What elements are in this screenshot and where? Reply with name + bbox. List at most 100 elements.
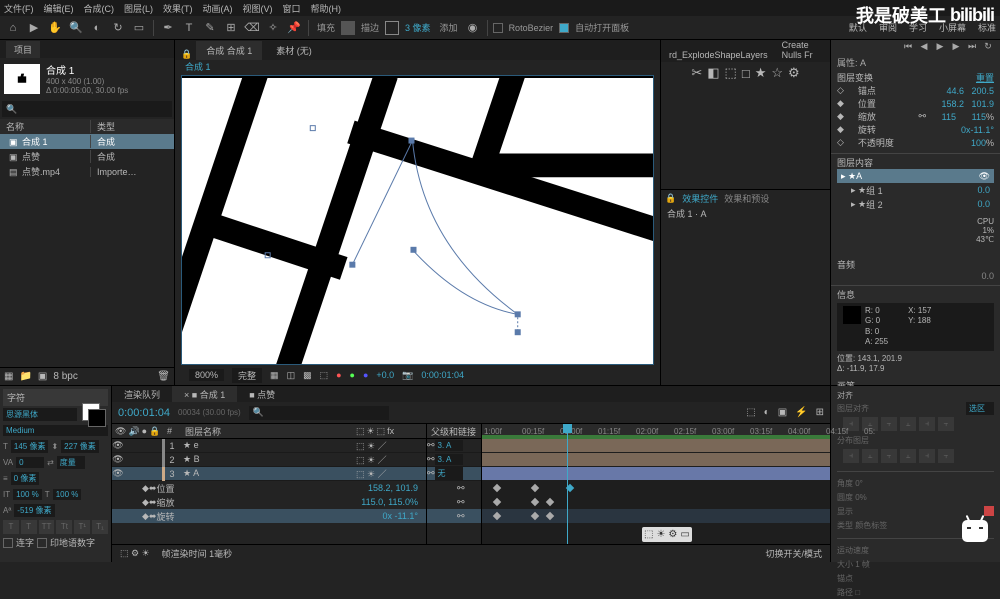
- align-right[interactable]: ⫟: [881, 417, 897, 431]
- project-col-type[interactable]: 类型: [90, 120, 174, 133]
- mask-icon[interactable]: ◫: [287, 370, 296, 381]
- stopwatch-icon[interactable]: ◆: [837, 98, 844, 109]
- dist-btn[interactable]: ⫟: [881, 449, 897, 463]
- viewer-tab-comp[interactable]: 合成 合成 1: [196, 41, 262, 60]
- stopwatch-icon[interactable]: ◇: [837, 137, 844, 148]
- presets-tab[interactable]: 效果和预设: [724, 192, 769, 205]
- text-tool-icon[interactable]: T: [180, 19, 198, 37]
- script-btn[interactable]: ◧: [707, 65, 719, 81]
- eraser-tool-icon[interactable]: ⌫: [243, 19, 261, 37]
- pickwhip-icon[interactable]: ⚯: [457, 511, 465, 522]
- col-parent[interactable]: 父级和链接: [427, 425, 476, 438]
- pickwhip-icon[interactable]: ⚯: [457, 497, 465, 508]
- font-size[interactable]: 145 像素: [11, 440, 49, 453]
- prev-frame-icon[interactable]: ◀: [918, 40, 930, 52]
- hindi-check[interactable]: [37, 538, 47, 548]
- viewer-lock-icon[interactable]: 🔒: [181, 49, 192, 60]
- keyframe[interactable]: [493, 512, 501, 520]
- tl-icon[interactable]: ◐: [764, 407, 770, 418]
- dist-btn[interactable]: ⫠: [862, 449, 878, 463]
- scale-y[interactable]: 115: [956, 112, 986, 122]
- scale-v[interactable]: 100 %: [53, 489, 82, 500]
- stopwatch-icon[interactable]: ◆: [142, 497, 149, 508]
- grid-icon[interactable]: ▦: [270, 370, 279, 381]
- eye-toggle[interactable]: 👁: [112, 454, 124, 465]
- timeline-track-area[interactable]: 1:00f 00:15f 01:00f 01:15f 02:00f 02:15f…: [482, 424, 830, 544]
- dist-btn[interactable]: ⫞: [843, 449, 859, 463]
- content-item[interactable]: ▸ ★ 组 10.0: [837, 183, 994, 197]
- eye-toggle[interactable]: 👁: [112, 440, 124, 451]
- tl-icon[interactable]: ▣: [778, 407, 787, 418]
- viewer-time[interactable]: 0:00:01:04: [421, 370, 464, 380]
- stopwatch-icon[interactable]: ◆: [837, 124, 844, 135]
- menu-anim[interactable]: 动画(A): [203, 2, 233, 15]
- script-btn[interactable]: ⚙: [788, 65, 800, 81]
- align-center-v[interactable]: ⫞: [919, 417, 935, 431]
- stopwatch-icon[interactable]: ◆: [142, 483, 149, 494]
- keyframe[interactable]: [493, 484, 501, 492]
- dist-btn[interactable]: ⫞: [919, 449, 935, 463]
- home-icon[interactable]: ⌂: [4, 19, 22, 37]
- eye-col-icon[interactable]: 👁: [115, 426, 126, 437]
- channel-icon[interactable]: ●: [336, 370, 341, 380]
- effects-tab[interactable]: 效果控件: [682, 192, 718, 205]
- stopwatch-icon[interactable]: ◇: [837, 85, 844, 96]
- timeline-layer[interactable]: 👁 3 ★ A ⬚ ☀ ／: [112, 467, 426, 481]
- stopwatch-icon[interactable]: ◆: [142, 511, 149, 522]
- parent-dropdown[interactable]: 3. A: [435, 454, 463, 465]
- brush-tool-icon[interactable]: ✎: [201, 19, 219, 37]
- comp-icon[interactable]: ▣: [38, 371, 47, 382]
- menu-edit[interactable]: 编辑(E): [44, 2, 74, 15]
- fill-swatch[interactable]: [341, 21, 355, 35]
- project-tab[interactable]: 项目: [6, 41, 40, 58]
- col-source-name[interactable]: 图层名称: [185, 425, 356, 438]
- script-btn[interactable]: □: [742, 66, 750, 81]
- trash-icon[interactable]: 🗑: [157, 371, 170, 382]
- brush-size[interactable]: 大小 1 帧: [837, 557, 994, 571]
- timeline-search[interactable]: 🔍: [249, 406, 389, 420]
- align-top[interactable]: ⫠: [900, 417, 916, 431]
- caps-btn[interactable]: TT: [39, 520, 55, 534]
- project-col-name[interactable]: 名称: [0, 120, 90, 133]
- anchor-x[interactable]: 44.6: [934, 86, 964, 96]
- menu-help[interactable]: 帮助(H): [311, 2, 342, 15]
- menu-file[interactable]: 文件(F): [4, 2, 34, 15]
- anchor-y[interactable]: 200.5: [964, 86, 994, 96]
- keyframe[interactable]: [546, 512, 554, 520]
- timeline-layer[interactable]: 👁 2 ★ B ⬚ ☀ ／: [112, 453, 426, 467]
- tracking[interactable]: 度量: [57, 456, 85, 469]
- smallcaps-btn[interactable]: Tt: [56, 520, 72, 534]
- exposure-value[interactable]: +0.0: [376, 370, 394, 380]
- graph-btn[interactable]: ⬚: [644, 529, 653, 540]
- layer-bar[interactable]: [482, 439, 830, 452]
- toggle-switches-icon[interactable]: ⬚ ⚙ ☀: [120, 548, 150, 559]
- pickwhip-icon[interactable]: ⚯: [427, 468, 435, 479]
- scale-value[interactable]: 115.0, 115.0%: [361, 497, 426, 507]
- viewer-breadcrumb[interactable]: 合成 1: [175, 60, 660, 75]
- render-queue-tab[interactable]: 渲染队列: [112, 386, 172, 402]
- align-bottom[interactable]: ⫟: [938, 417, 954, 431]
- stamp-tool-icon[interactable]: ⊞: [222, 19, 240, 37]
- menu-window[interactable]: 窗口: [283, 2, 301, 15]
- layer-bar[interactable]: [482, 467, 830, 480]
- loop-icon[interactable]: ↻: [982, 40, 994, 52]
- keyframe[interactable]: [546, 498, 554, 506]
- pen-tool-icon[interactable]: ✒: [159, 19, 177, 37]
- script-tab-1[interactable]: rd_ExplodeShapeLayers: [665, 48, 772, 62]
- zoom-tool-icon[interactable]: 🔍: [67, 19, 85, 37]
- shy-icon[interactable]: ⬚: [356, 426, 365, 437]
- super-btn[interactable]: T¹: [74, 520, 90, 534]
- autoopen-check[interactable]: [559, 23, 569, 33]
- add-menu-icon[interactable]: ◉: [464, 19, 482, 37]
- parent-dropdown[interactable]: 无: [435, 467, 463, 480]
- keyframe[interactable]: [531, 512, 539, 520]
- script-btn[interactable]: ★: [755, 65, 767, 81]
- composition-viewer[interactable]: [181, 75, 654, 365]
- brush-path[interactable]: 路径 □: [837, 585, 994, 599]
- folder-icon[interactable]: 📁: [19, 371, 31, 382]
- timeline-prop-rotation[interactable]: ◆ ⬌ 旋转 0x -11.1°: [112, 509, 426, 523]
- hand-tool-icon[interactable]: ✋: [46, 19, 64, 37]
- brush-angle[interactable]: 角度 0°: [837, 476, 994, 490]
- link-icon[interactable]: ⚯: [918, 111, 926, 122]
- font-weight[interactable]: Medium: [3, 425, 108, 436]
